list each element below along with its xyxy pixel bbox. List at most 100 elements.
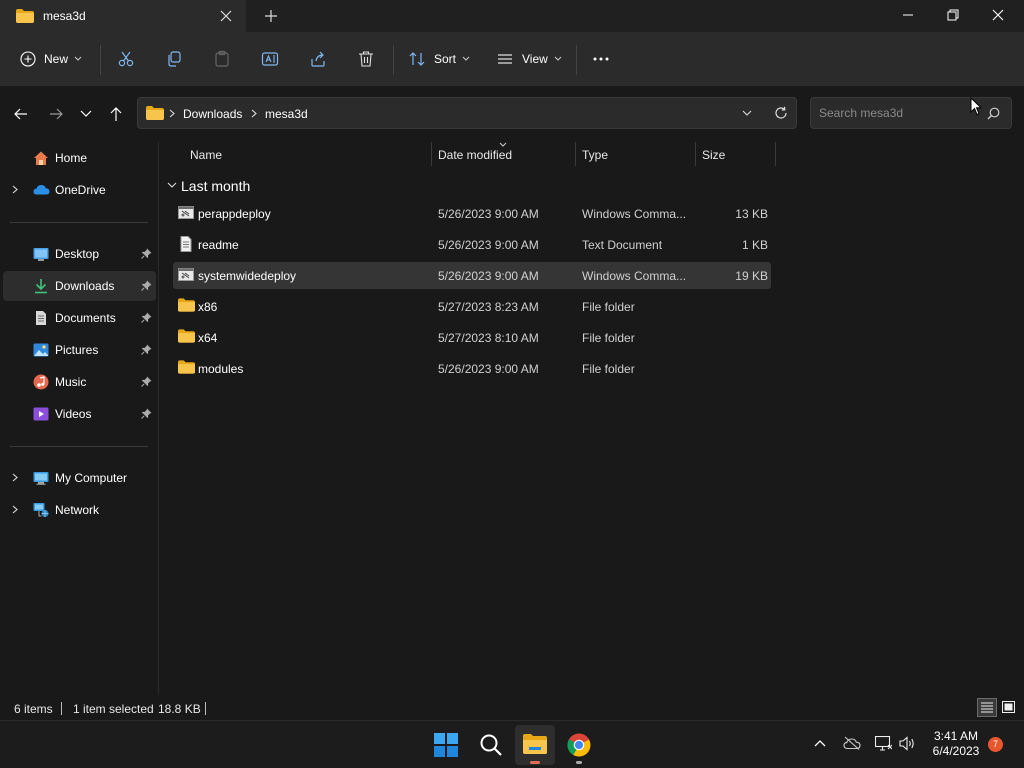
folder-icon	[178, 360, 195, 374]
pin-icon[interactable]	[141, 312, 152, 323]
minimize-icon[interactable]	[901, 8, 915, 22]
nav-item-documents[interactable]: Documents	[3, 303, 156, 333]
file-row[interactable]: readme 5/26/2023 9:00 AM Text Document 1…	[173, 231, 771, 258]
pin-icon[interactable]	[141, 280, 152, 291]
pin-icon[interactable]	[141, 376, 152, 387]
chevron-right-icon[interactable]	[169, 109, 175, 118]
file-name: readme	[198, 238, 239, 252]
restore-icon[interactable]	[946, 8, 960, 22]
search-icon[interactable]	[987, 107, 1000, 120]
pin-icon[interactable]	[141, 408, 152, 419]
file-name: systemwidedeploy	[198, 269, 297, 283]
address-bar[interactable]: Downloads mesa3d	[137, 97, 797, 129]
view-label: View	[522, 52, 548, 66]
file-row[interactable]: modules 5/26/2023 9:00 AM File folder	[173, 355, 771, 382]
nav-item-label: My Computer	[55, 471, 128, 485]
more-options-button[interactable]	[592, 32, 610, 86]
file-explorer-taskbar-button[interactable]	[515, 725, 555, 765]
file-row[interactable]: x86 5/27/2023 8:23 AM File folder	[173, 293, 771, 320]
column-header-type[interactable]: Type	[582, 148, 608, 170]
chrome-taskbar-button[interactable]	[559, 725, 599, 765]
sort-button[interactable]: Sort	[408, 32, 470, 86]
nav-item-home[interactable]: Home	[3, 143, 156, 173]
windows-logo-icon	[434, 733, 458, 757]
file-row[interactable]: x64 5/27/2023 8:10 AM File folder	[173, 324, 771, 351]
search-button[interactable]	[471, 725, 511, 765]
selection-size: 18.8 KB	[158, 702, 201, 716]
file-type: Windows Comma...	[582, 269, 687, 283]
view-list-icon	[496, 50, 514, 68]
close-tab-icon[interactable]	[219, 9, 233, 23]
breadcrumb-mesa3d[interactable]: mesa3d	[265, 107, 308, 121]
column-header-name[interactable]: Name	[190, 148, 222, 170]
chevron-right-icon[interactable]	[12, 505, 18, 514]
taskbar-clock[interactable]: 3:41 AM 6/4/2023	[918, 729, 994, 759]
file-size: 1 KB	[741, 238, 768, 252]
chevron-right-icon[interactable]	[12, 473, 18, 482]
chevron-right-icon[interactable]	[12, 185, 18, 194]
nav-item-downloads[interactable]: Downloads	[3, 271, 156, 301]
file-type: Text Document	[582, 238, 663, 252]
pin-icon[interactable]	[141, 248, 152, 259]
notification-badge[interactable]: 7	[988, 737, 1003, 752]
file-size: 19 KB	[735, 269, 768, 283]
nav-item-label: Network	[55, 503, 100, 517]
computer-icon	[33, 470, 49, 486]
nav-item-pictures[interactable]: Pictures	[3, 335, 156, 365]
download-icon	[33, 278, 49, 294]
onedrive-offline-icon[interactable]	[843, 736, 861, 750]
pin-icon[interactable]	[141, 344, 152, 355]
column-separator[interactable]	[575, 142, 576, 166]
details-view-button[interactable]	[977, 698, 997, 717]
share-button[interactable]	[309, 32, 327, 86]
up-icon[interactable]	[108, 106, 124, 122]
new-button[interactable]: New	[20, 32, 82, 86]
column-header-size[interactable]: Size	[702, 148, 725, 170]
file-name: x86	[198, 300, 218, 314]
nav-item-onedrive[interactable]: OneDrive	[3, 175, 156, 205]
network-icon	[33, 502, 49, 518]
new-tab-icon[interactable]	[264, 9, 278, 23]
back-icon[interactable]	[13, 106, 29, 122]
network-status-icon[interactable]	[875, 736, 892, 751]
nav-item-desktop[interactable]: Desktop	[3, 239, 156, 269]
file-date: 5/27/2023 8:23 AM	[438, 300, 539, 314]
file-name: x64	[198, 331, 218, 345]
nav-item-my-computer[interactable]: My Computer	[3, 463, 156, 493]
nav-item-network[interactable]: Network	[3, 495, 156, 525]
recent-locations-icon[interactable]	[80, 109, 92, 119]
refresh-icon[interactable]	[774, 106, 788, 120]
delete-button[interactable]	[357, 32, 375, 86]
tiles-view-button[interactable]	[999, 698, 1019, 717]
search-input[interactable]	[819, 105, 979, 121]
nav-item-label: Pictures	[55, 343, 99, 357]
column-separator[interactable]	[695, 142, 696, 166]
view-button[interactable]: View	[496, 32, 562, 86]
nav-item-label: Desktop	[55, 247, 100, 261]
nav-item-music[interactable]: Music	[3, 367, 156, 397]
file-type: Windows Comma...	[582, 207, 687, 221]
nav-item-label: Documents	[55, 311, 116, 325]
chevron-right-icon[interactable]	[251, 109, 257, 118]
start-button[interactable]	[426, 725, 466, 765]
forward-icon[interactable]	[48, 106, 64, 122]
close-window-icon[interactable]	[991, 8, 1005, 22]
sort-indicator-icon	[499, 142, 507, 147]
column-separator[interactable]	[431, 142, 432, 166]
file-row[interactable]: systemwidedeploy 5/26/2023 9:00 AM Windo…	[173, 262, 771, 289]
show-hidden-icons-chevron-icon[interactable]	[814, 739, 826, 747]
copy-button[interactable]	[165, 32, 183, 86]
column-header-date-modified[interactable]: Date modified	[438, 148, 512, 170]
search-icon	[479, 733, 503, 757]
breadcrumb-downloads[interactable]: Downloads	[183, 107, 242, 121]
file-date: 5/26/2023 9:00 AM	[438, 269, 539, 283]
rename-button[interactable]	[261, 32, 279, 86]
address-history-chevron-icon[interactable]	[742, 110, 752, 117]
volume-icon[interactable]	[899, 736, 916, 751]
cut-button[interactable]	[117, 32, 135, 86]
nav-item-videos[interactable]: Videos	[3, 399, 156, 429]
file-row[interactable]: perappdeploy 5/26/2023 9:00 AM Windows C…	[173, 200, 771, 227]
tab-mesa3d[interactable]: mesa3d	[0, 0, 246, 32]
paste-button[interactable]	[213, 32, 231, 86]
column-separator[interactable]	[775, 142, 776, 166]
